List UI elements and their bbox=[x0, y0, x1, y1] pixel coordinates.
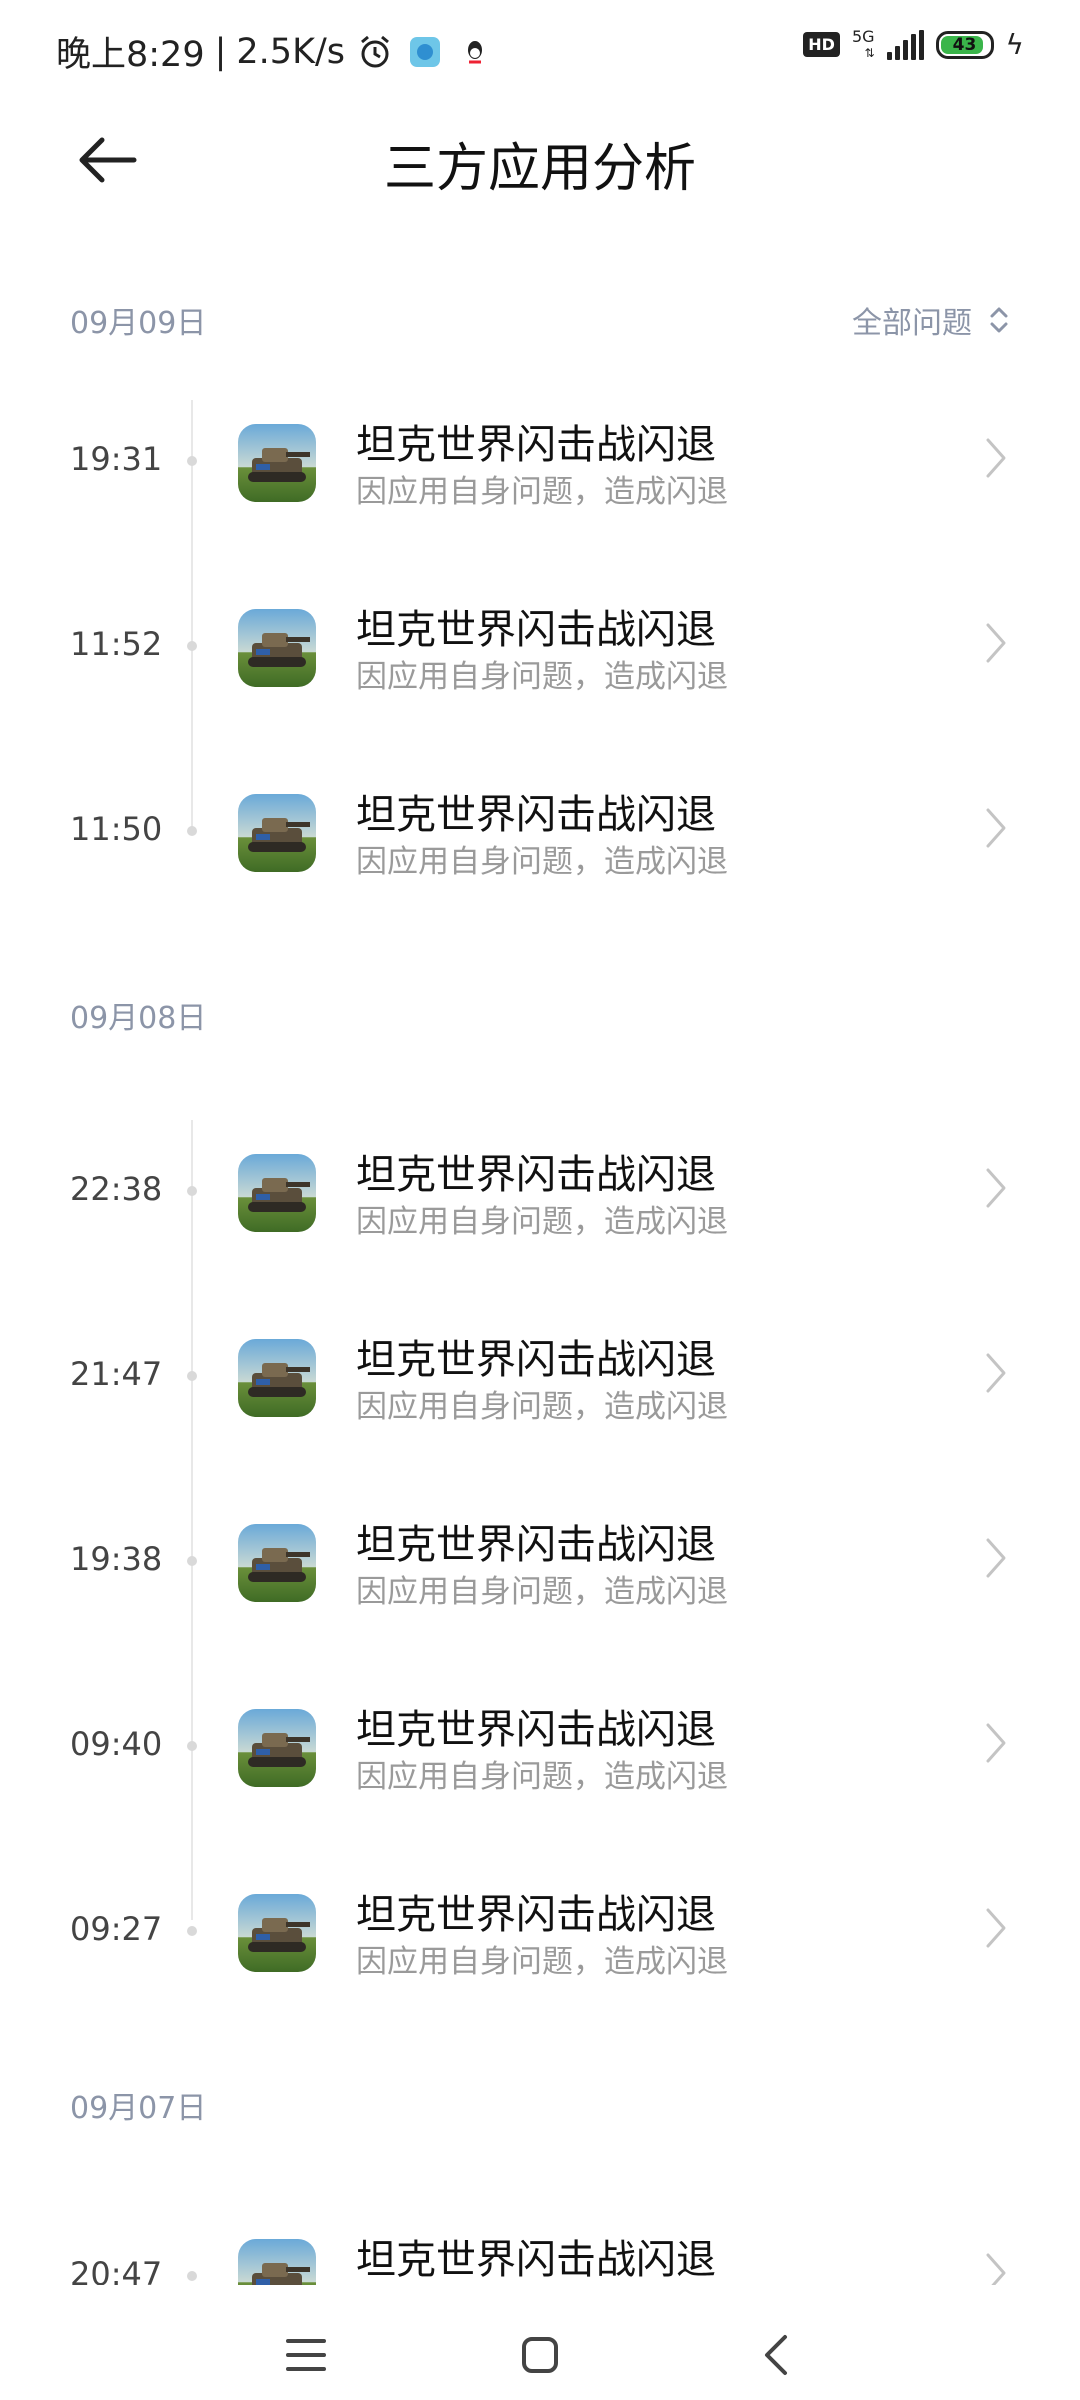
item-subtitle: 因应用自身问题，造成闪退 bbox=[356, 1204, 728, 1240]
item-time: 11:50 bbox=[70, 810, 163, 848]
item-title: 坦克世界闪击战闪退 bbox=[356, 1337, 716, 1383]
item-subtitle: 因应用自身问题，造成闪退 bbox=[356, 659, 728, 695]
item-title: 坦克世界闪击战闪退 bbox=[356, 607, 716, 653]
timeline-dot bbox=[187, 456, 197, 466]
item-time: 21:47 bbox=[70, 1355, 163, 1393]
timeline-dot bbox=[187, 1741, 197, 1751]
item-subtitle: 因应用自身问题，造成闪退 bbox=[356, 1944, 728, 1980]
chevron-right-icon bbox=[986, 1353, 1006, 1393]
item-subtitle: 因应用自身问题，造成闪退 bbox=[356, 1759, 728, 1795]
alarm-icon bbox=[355, 32, 395, 72]
filter-label: 全部问题 bbox=[852, 306, 972, 341]
hd-badge: HD bbox=[803, 32, 840, 57]
item-time: 09:27 bbox=[70, 1910, 163, 1948]
timeline-dot bbox=[187, 1926, 197, 1936]
status-right: HD 5G ⇅ 43 ϟ bbox=[803, 28, 1024, 61]
chevron-right-icon bbox=[986, 438, 1006, 478]
tank-app-icon bbox=[238, 1894, 316, 1972]
item-time: 19:38 bbox=[70, 1540, 163, 1578]
menu-icon[interactable] bbox=[276, 2325, 336, 2385]
network-indicator: 5G ⇅ bbox=[851, 26, 875, 60]
home-icon[interactable] bbox=[510, 2325, 570, 2385]
signal-icon bbox=[886, 29, 924, 60]
tank-app-icon bbox=[238, 794, 316, 872]
tank-app-icon bbox=[238, 424, 316, 502]
item-time: 19:31 bbox=[70, 440, 163, 478]
date-header: 09月07日 bbox=[70, 2075, 1010, 2135]
app-notification-icon bbox=[405, 32, 445, 72]
chevron-right-icon bbox=[986, 1723, 1006, 1763]
list-item[interactable]: 09:40 坦克世界闪击战闪退 因应用自身问题，造成闪退 bbox=[0, 1685, 1080, 1805]
list-item[interactable]: 21:47 坦克世界闪击战闪退 因应用自身问题，造成闪退 bbox=[0, 1315, 1080, 1435]
item-title: 坦克世界闪击战闪退 bbox=[356, 422, 716, 468]
date-header: 09月08日 bbox=[70, 985, 1010, 1045]
item-title: 坦克世界闪击战闪退 bbox=[356, 2237, 716, 2283]
sort-updown-icon bbox=[990, 307, 1008, 333]
chevron-right-icon bbox=[986, 1908, 1006, 1948]
timeline-dot bbox=[187, 1186, 197, 1196]
charging-icon: ϟ bbox=[1005, 28, 1024, 61]
section-date: 09月08日 bbox=[70, 1001, 207, 1036]
list-item[interactable]: 11:52 坦克世界闪击战闪退 因应用自身问题，造成闪退 bbox=[0, 585, 1080, 705]
chevron-right-icon bbox=[986, 1538, 1006, 1578]
list-item[interactable]: 22:38 坦克世界闪击战闪退 因应用自身问题，造成闪退 bbox=[0, 1130, 1080, 1250]
timeline-dot bbox=[187, 1556, 197, 1566]
qq-icon bbox=[455, 32, 495, 72]
status-time: 晚上8:29 bbox=[56, 35, 205, 75]
status-separator: | bbox=[214, 31, 227, 72]
section-date: 09月07日 bbox=[70, 2091, 207, 2126]
network-type: 5G bbox=[851, 26, 875, 46]
tank-app-icon bbox=[238, 609, 316, 687]
item-subtitle: 因应用自身问题，造成闪退 bbox=[356, 474, 728, 510]
status-bar: 晚上8:29 | 2.5K/s HD 5G ⇅ 43 ϟ bbox=[0, 0, 1080, 100]
tank-app-icon bbox=[238, 1154, 316, 1232]
chevron-right-icon bbox=[986, 623, 1006, 663]
list-item[interactable]: 19:38 坦克世界闪击战闪退 因应用自身问题，造成闪退 bbox=[0, 1500, 1080, 1620]
item-time: 22:38 bbox=[70, 1170, 163, 1208]
item-subtitle: 因应用自身问题，造成闪退 bbox=[356, 1574, 728, 1610]
tank-app-icon bbox=[238, 2239, 316, 2285]
battery-icon: 43 bbox=[935, 30, 994, 59]
list-item[interactable]: 11:50 坦克世界闪击战闪退 因应用自身问题，造成闪退 bbox=[0, 770, 1080, 890]
list-item[interactable]: 09:27 坦克世界闪击战闪退 因应用自身问题，造成闪退 bbox=[0, 1870, 1080, 1990]
item-title: 坦克世界闪击战闪退 bbox=[356, 1707, 716, 1753]
header: 三方应用分析 bbox=[0, 110, 1080, 210]
back-icon[interactable] bbox=[746, 2325, 806, 2385]
chevron-right-icon bbox=[986, 1168, 1006, 1208]
item-title: 坦克世界闪击战闪退 bbox=[356, 792, 716, 838]
status-left: 晚上8:29 | 2.5K/s bbox=[56, 26, 495, 77]
item-time: 09:40 bbox=[70, 1725, 163, 1763]
tank-app-icon bbox=[238, 1709, 316, 1787]
list-item[interactable]: 20:47 坦克世界闪击战闪退 bbox=[0, 2215, 1080, 2285]
filter-dropdown[interactable]: 全部问题 bbox=[852, 298, 1010, 342]
page-title: 三方应用分析 bbox=[383, 139, 696, 199]
battery-level: 43 bbox=[952, 34, 977, 55]
timeline-dot bbox=[187, 641, 197, 651]
chevron-right-icon bbox=[986, 808, 1006, 848]
item-time: 11:52 bbox=[70, 625, 163, 663]
item-title: 坦克世界闪击战闪退 bbox=[356, 1522, 716, 1568]
date-header: 09月09日 全部问题 bbox=[70, 290, 1010, 350]
item-time: 20:47 bbox=[70, 2255, 163, 2285]
status-speed: 2.5K/s bbox=[236, 31, 346, 72]
timeline-dot bbox=[187, 826, 197, 836]
list-item[interactable]: 19:31 坦克世界闪击战闪退 因应用自身问题，造成闪退 bbox=[0, 400, 1080, 520]
section-date: 09月09日 bbox=[70, 306, 207, 341]
chevron-right-icon bbox=[986, 2253, 1006, 2285]
item-subtitle: 因应用自身问题，造成闪退 bbox=[356, 844, 728, 880]
system-nav-bar bbox=[0, 2285, 1080, 2400]
item-title: 坦克世界闪击战闪退 bbox=[356, 1892, 716, 1938]
item-title: 坦克世界闪击战闪退 bbox=[356, 1152, 716, 1198]
tank-app-icon bbox=[238, 1339, 316, 1417]
timeline-dot bbox=[187, 2271, 197, 2281]
item-subtitle: 因应用自身问题，造成闪退 bbox=[356, 1389, 728, 1425]
tank-app-icon bbox=[238, 1524, 316, 1602]
timeline-dot bbox=[187, 1371, 197, 1381]
